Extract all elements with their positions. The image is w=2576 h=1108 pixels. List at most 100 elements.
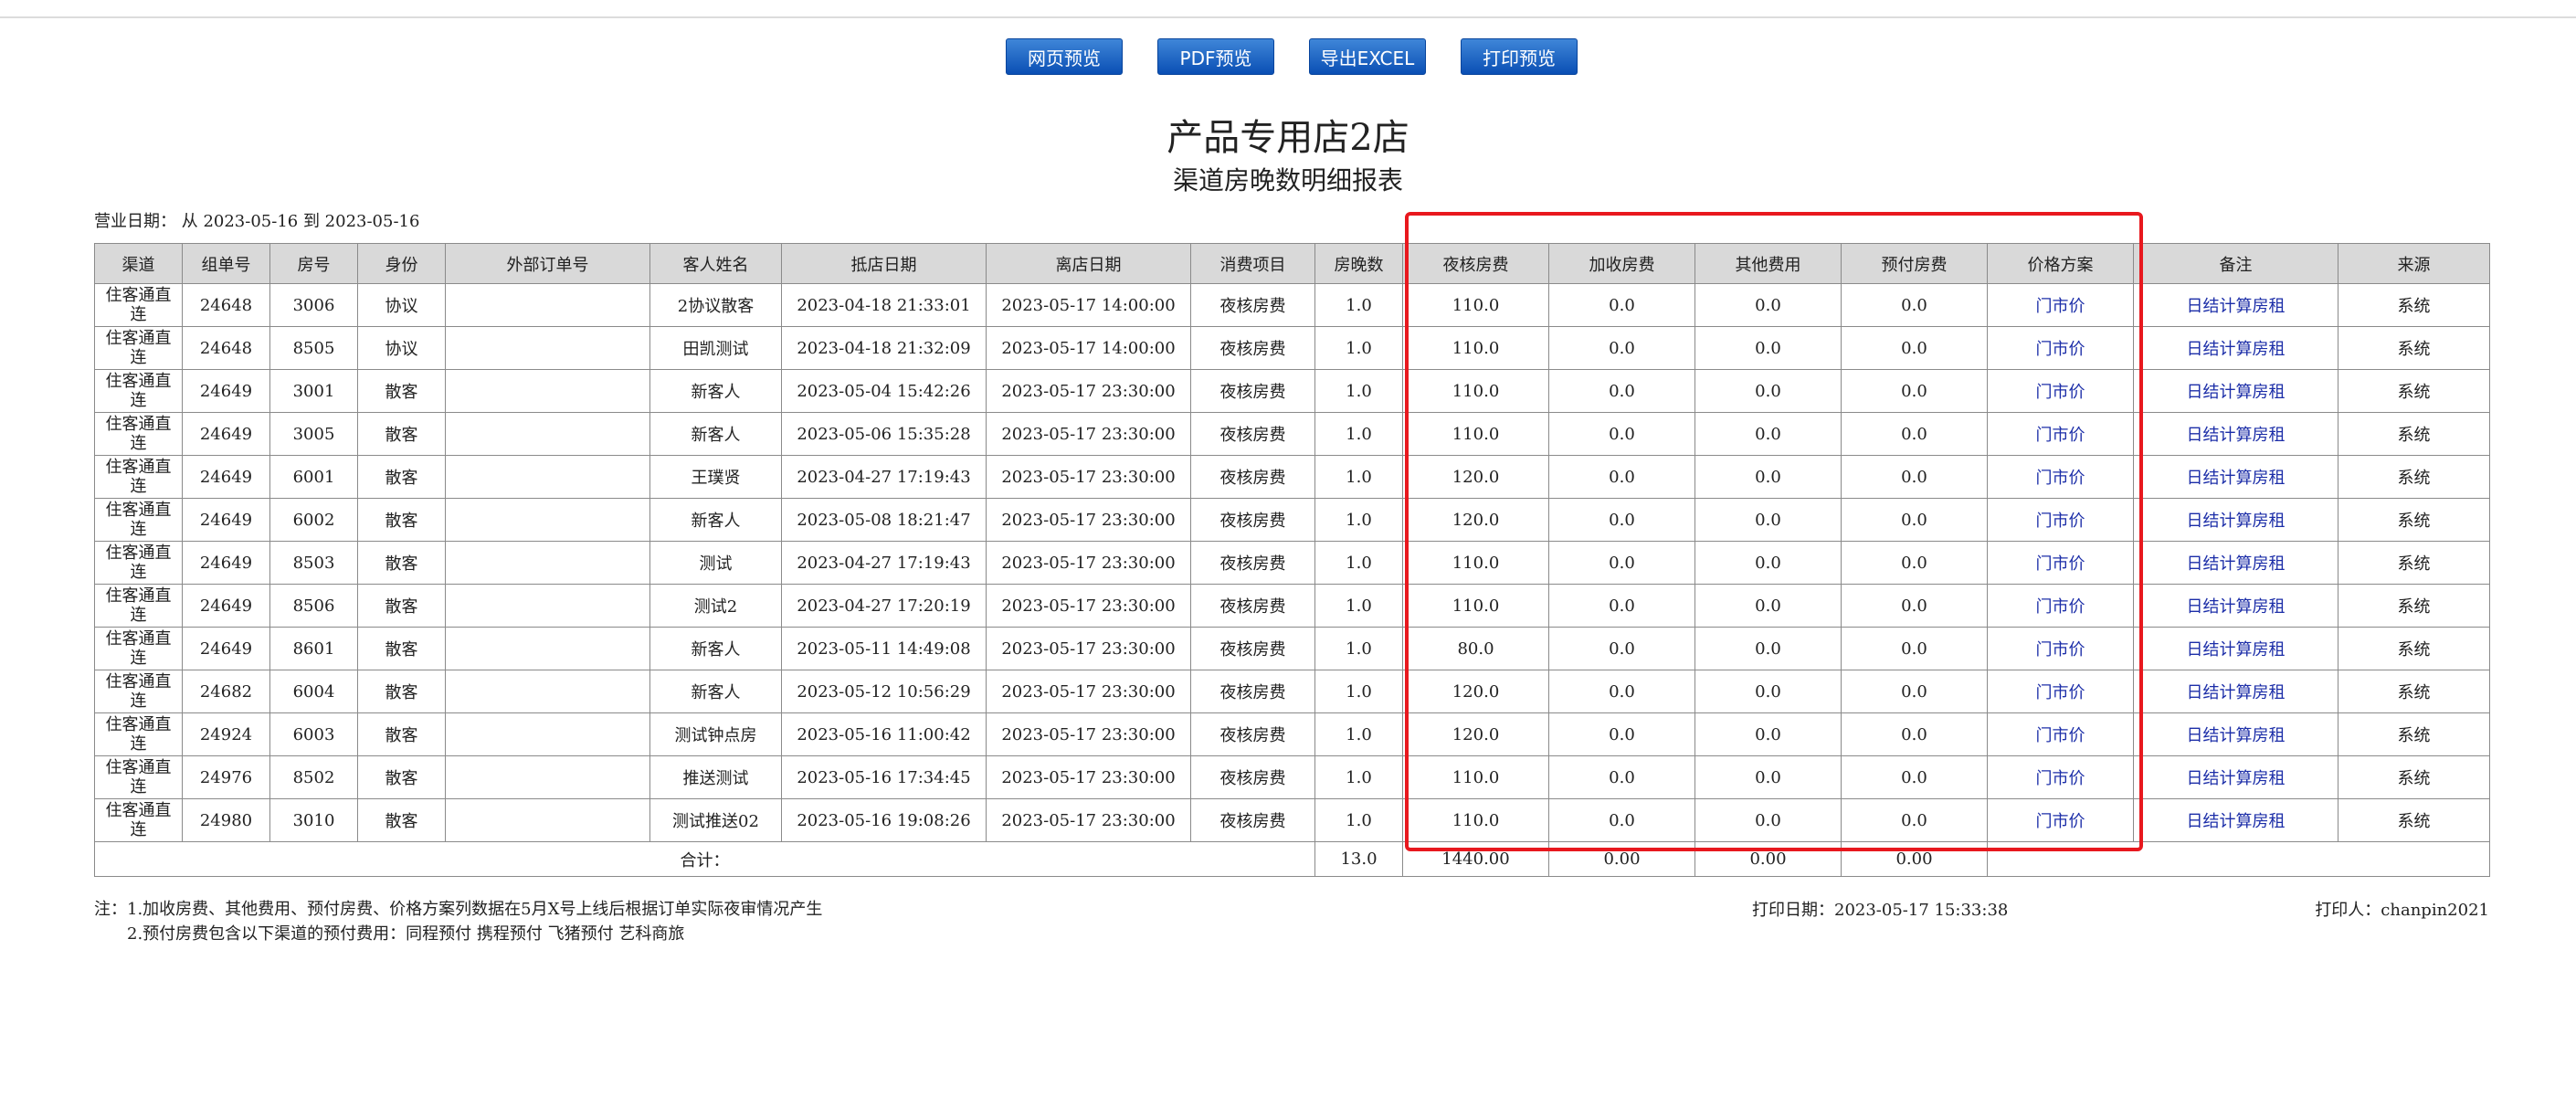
table-cell: 门市价 — [1987, 712, 2134, 756]
table-cell: 住客通直连 — [94, 369, 183, 413]
table-cell: 0.0 — [1841, 627, 1988, 670]
table-cell: 系统 — [2338, 326, 2490, 370]
table-row: 住客通直连 24649 6002 散客 新客人 2023-05-08 18:21:47 20… — [94, 498, 2490, 542]
table-cell: 8601 — [269, 627, 358, 670]
table-cell: 24648 — [182, 326, 270, 370]
table-cell: 日结计算房租 — [2133, 712, 2338, 756]
table-cell: 0.0 — [1548, 670, 1695, 713]
table-cell: 2023-04-27 17:19:43 — [781, 455, 987, 499]
table-cell: 门市价 — [1987, 541, 2134, 585]
table-cell: 1.0 — [1314, 369, 1403, 413]
table-cell: 住客通直连 — [94, 627, 183, 670]
table-cell: 24980 — [182, 798, 270, 842]
table-cell — [445, 412, 650, 456]
table-cell: 0.0 — [1548, 326, 1695, 370]
table-cell: 0.0 — [1548, 283, 1695, 327]
table-cell: 1.0 — [1314, 670, 1403, 713]
table-cell: 110.0 — [1402, 541, 1549, 585]
table-cell: 夜核房费 — [1190, 755, 1315, 799]
table-cell: 王璞贤 — [649, 455, 782, 499]
note-1: 注：1.加收房费、其他费用、预付房费、价格方案列数据在5月X号上线后根据订单实际… — [94, 900, 823, 919]
web-preview-button[interactable]: 网页预览 — [1006, 38, 1123, 75]
table-cell: 0.0 — [1841, 412, 1988, 456]
table-cell: 测试钟点房 — [649, 712, 782, 756]
print-preview-button[interactable]: 打印预览 — [1461, 38, 1578, 75]
table-cell: 1.0 — [1314, 412, 1403, 456]
table-cell: 2023-05-17 23:30:00 — [986, 670, 1191, 713]
report-table: 渠道 组单号 房号 身份 外部订单号 客人姓名 抵店日期 离店日期 消费项目 房晚数 夜核房费 加收房… — [94, 243, 2490, 877]
table-cell: 日结计算房租 — [2133, 498, 2338, 542]
column-header: 加收房费 — [1548, 243, 1695, 284]
table-row: 住客通直连 24649 8601 散客 新客人 2023-05-11 14:49:08 20… — [94, 627, 2490, 670]
table-cell: 2023-05-04 15:42:26 — [781, 369, 987, 413]
table-cell — [445, 369, 650, 413]
table-cell: 日结计算房租 — [2133, 798, 2338, 842]
table-row: 住客通直连 24649 3001 散客 新客人 2023-05-04 15:42:26 20… — [94, 369, 2490, 413]
table-cell: 0.0 — [1694, 541, 1842, 585]
table-cell: 日结计算房租 — [2133, 369, 2338, 413]
table-cell: 8502 — [269, 755, 358, 799]
table-cell: 日结计算房租 — [2133, 670, 2338, 713]
table-row: 住客通直连 24980 3010 散客 测试推送02 2023-05-16 19:08:2… — [94, 798, 2490, 842]
table-cell: 日结计算房租 — [2133, 326, 2338, 370]
table-cell: 协议 — [357, 326, 446, 370]
table-cell: 夜核房费 — [1190, 584, 1315, 628]
column-header: 备注 — [2133, 243, 2338, 284]
table-cell: 2023-05-17 23:30:00 — [986, 755, 1191, 799]
table-cell: 0.0 — [1841, 498, 1988, 542]
table-cell: 系统 — [2338, 627, 2490, 670]
table-cell: 0.0 — [1841, 712, 1988, 756]
table-cell: 2023-05-17 23:30:00 — [986, 541, 1191, 585]
table-cell: 0.0 — [1548, 627, 1695, 670]
table-cell: 0.0 — [1694, 498, 1842, 542]
table-cell: 门市价 — [1987, 455, 2134, 499]
column-header: 消费项目 — [1190, 243, 1315, 284]
total-extra-fee: 0.00 — [1548, 841, 1695, 877]
table-cell: 110.0 — [1402, 755, 1549, 799]
table-cell: 0.0 — [1548, 584, 1695, 628]
table-cell: 2023-05-16 19:08:26 — [781, 798, 987, 842]
top-divider — [0, 16, 2576, 18]
total-prepaid-fee: 0.00 — [1841, 841, 1988, 877]
table-cell: 120.0 — [1402, 670, 1549, 713]
table-cell: 0.0 — [1548, 755, 1695, 799]
table-cell: 夜核房费 — [1190, 455, 1315, 499]
table-cell: 2023-04-27 17:19:43 — [781, 541, 987, 585]
table-cell: 24649 — [182, 455, 270, 499]
table-cell: 门市价 — [1987, 326, 2134, 370]
table-cell: 散客 — [357, 584, 446, 628]
table-cell: 门市价 — [1987, 584, 2134, 628]
table-cell: 散客 — [357, 670, 446, 713]
table-cell: 0.0 — [1548, 498, 1695, 542]
table-cell: 1.0 — [1314, 541, 1403, 585]
table-cell: 住客通直连 — [94, 541, 183, 585]
table-cell: 测试2 — [649, 584, 782, 628]
table-cell: 散客 — [357, 798, 446, 842]
table-cell: 0.0 — [1694, 326, 1842, 370]
table-cell: 新客人 — [649, 369, 782, 413]
table-row: 住客通直连 24648 3006 协议 2协议散客 2023-04-18 21:33:01… — [94, 283, 2490, 327]
table-cell: 120.0 — [1402, 455, 1549, 499]
table-cell: 0.0 — [1694, 283, 1842, 327]
table-cell: 门市价 — [1987, 412, 2134, 456]
table-cell: 门市价 — [1987, 670, 2134, 713]
table-cell: 系统 — [2338, 283, 2490, 327]
column-header: 身份 — [357, 243, 446, 284]
table-cell: 110.0 — [1402, 326, 1549, 370]
table-cell: 住客通直连 — [94, 670, 183, 713]
table-cell: 系统 — [2338, 584, 2490, 628]
table-cell: 夜核房费 — [1190, 283, 1315, 327]
table-cell: 1.0 — [1314, 455, 1403, 499]
table-cell: 系统 — [2338, 498, 2490, 542]
pdf-preview-button[interactable]: PDF预览 — [1157, 38, 1274, 75]
table-row: 住客通直连 24682 6004 散客 新客人 2023-05-12 10:56:29 20… — [94, 670, 2490, 713]
table-cell: 0.0 — [1694, 755, 1842, 799]
table-cell: 住客通直连 — [94, 712, 183, 756]
table-cell: 0.0 — [1694, 712, 1842, 756]
notes: 注：1.加收房费、其他费用、预付房费、价格方案列数据在5月X号上线后根据订单实际… — [94, 897, 822, 946]
export-excel-button[interactable]: 导出EXCEL — [1309, 38, 1426, 75]
table-cell: 110.0 — [1402, 584, 1549, 628]
table-cell: 6002 — [269, 498, 358, 542]
table-cell: 2023-05-17 23:30:00 — [986, 798, 1191, 842]
column-header: 离店日期 — [986, 243, 1191, 284]
